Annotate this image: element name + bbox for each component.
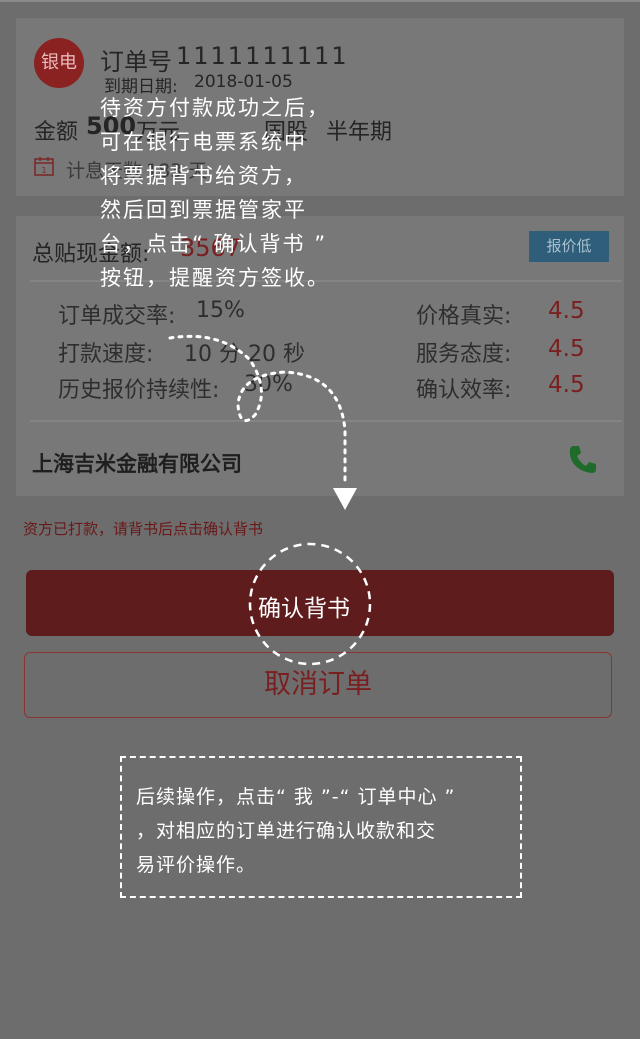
due-date: 2018-01-05	[194, 72, 293, 92]
stat-service-value: 4.5	[548, 336, 585, 362]
followup-line: ，对相应的订单进行确认收款和交	[136, 820, 437, 842]
stat-price-real-value: 4.5	[548, 298, 585, 324]
followup-text: 后续操作，点击“ 我 ”-“ 订单中心 ” ，对相应的订单进行确认收款和交 易评…	[136, 782, 516, 884]
price-low-tag: 报价低	[529, 231, 609, 262]
tip-text-block: 待资方付款成功之后， 可在银行电票系统中 将票据背书给资方， 然后回到票据管家平…	[100, 92, 360, 296]
tip-line: 按钮，提醒资方签收。	[100, 266, 330, 290]
notice-text: 资方已打款，请背书后点击确认背书	[23, 520, 264, 538]
tip-line: 将票据背书给资方，	[100, 164, 307, 188]
calendar-icon: 1	[34, 157, 54, 176]
stat-price-real-label: 价格真实:	[416, 304, 512, 329]
tip-line: 待资方付款成功之后，	[100, 96, 330, 120]
guide-arrow	[168, 334, 357, 510]
highlight-circle	[248, 542, 372, 666]
tip-line: 台，点击“ 确认背书 ”	[100, 232, 328, 256]
tip-line: 可在银行电票系统中	[100, 130, 307, 154]
tip-line: 然后回到票据管家平	[100, 198, 307, 222]
svg-text:1: 1	[41, 166, 46, 175]
phone-icon[interactable]	[566, 442, 600, 476]
stat-service-label: 服务态度:	[416, 342, 512, 367]
bank-badge: 银电	[34, 38, 84, 88]
stat-deal-rate-label: 订单成交率:	[58, 304, 176, 329]
top-divider	[0, 0, 640, 2]
stat-confirm-value: 4.5	[548, 372, 585, 398]
amount-label: 金额	[34, 120, 79, 145]
order-number: 1111111111	[176, 42, 349, 70]
followup-line: 易评价操作。	[136, 854, 257, 876]
stat-pay-speed-label: 打款速度:	[58, 342, 154, 367]
followup-line: 后续操作，点击“ 我 ”-“ 订单中心 ”	[136, 786, 456, 808]
stat-confirm-label: 确认效率:	[416, 378, 512, 403]
